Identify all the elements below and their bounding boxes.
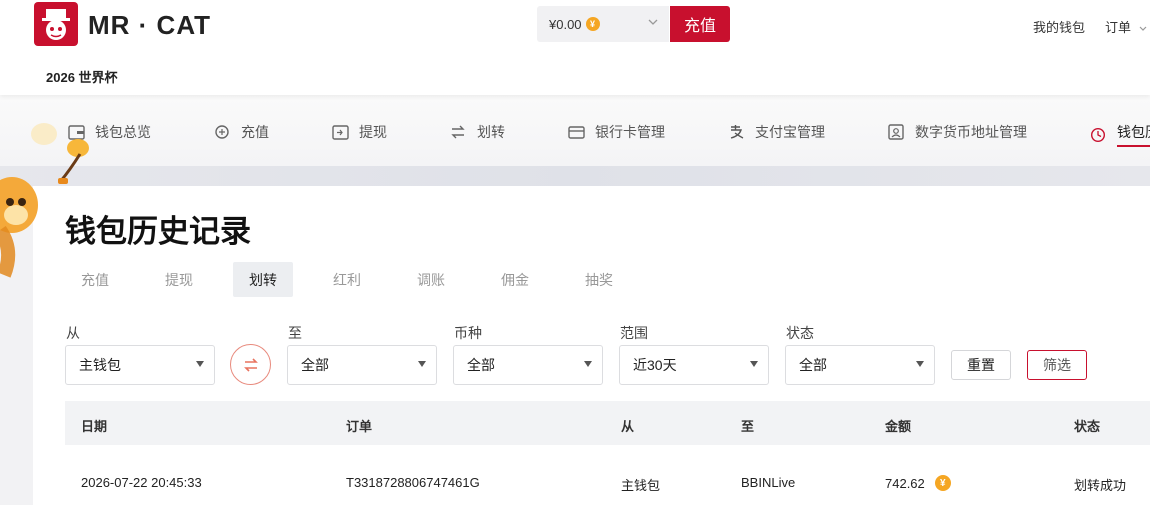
- nav-label: 充值: [241, 124, 269, 140]
- tab-lottery[interactable]: 抽奖: [569, 262, 629, 297]
- bank-card-icon: [567, 123, 585, 141]
- column-header-amount: 金额: [885, 419, 912, 434]
- chevron-down-icon: [1139, 26, 1147, 31]
- column-header-to: 至: [741, 419, 755, 434]
- event-label[interactable]: 2026 世界杯: [46, 67, 118, 86]
- status-select-value: 全部: [799, 357, 827, 373]
- from-select[interactable]: 主钱包: [65, 345, 215, 385]
- nav-label: 银行卡管理: [595, 124, 665, 140]
- chevron-down-icon: [647, 16, 659, 31]
- nav-item-bank-card[interactable]: 银行卡管理: [567, 122, 665, 142]
- caret-down-icon: [916, 361, 924, 367]
- filter-button[interactable]: 筛选: [1027, 350, 1087, 380]
- wallet-nav: 钱包总览 充值 提现 划转 银行卡管理 支付宝管理 数字货币地址管理 钱包: [0, 95, 1150, 166]
- crypto-address-icon: [887, 123, 905, 141]
- decorative-banner: [0, 166, 1150, 186]
- nav-item-wallet-history[interactable]: 钱包历: [1089, 122, 1150, 147]
- cell-date: 2026-07-22 20:45:33: [81, 475, 202, 490]
- swap-direction-button[interactable]: [230, 344, 271, 385]
- status-label: 状态: [786, 325, 814, 341]
- nav-item-crypto-address[interactable]: 数字货币地址管理: [887, 122, 1027, 142]
- tab-commission[interactable]: 佣金: [485, 262, 545, 297]
- table-row[interactable]: 2026-07-22 20:45:33 T3318728806747461G 主…: [65, 445, 1150, 505]
- range-select[interactable]: 近30天: [619, 345, 769, 385]
- transfer-icon: [449, 123, 467, 141]
- tab-withdraw[interactable]: 提现: [149, 262, 209, 297]
- tab-adjustment[interactable]: 调账: [401, 262, 461, 297]
- tab-bonus[interactable]: 红利: [317, 262, 377, 297]
- caret-down-icon: [418, 361, 426, 367]
- nav-item-withdraw[interactable]: 提现: [331, 122, 387, 142]
- nav-item-recharge[interactable]: 充值: [213, 122, 269, 142]
- status-select[interactable]: 全部: [785, 345, 935, 385]
- cell-order: T3318728806747461G: [346, 475, 480, 490]
- column-header-order: 订单: [346, 419, 373, 434]
- orders-menu[interactable]: 订单: [1105, 17, 1148, 36]
- column-header-status: 状态: [1074, 419, 1101, 434]
- my-wallet-link[interactable]: 我的钱包: [1033, 17, 1085, 36]
- from-label: 从: [66, 325, 80, 341]
- nav-item-transfer[interactable]: 划转: [449, 122, 505, 142]
- currency-select-value: 全部: [467, 357, 495, 373]
- nav-item-alipay[interactable]: 支付宝管理: [727, 122, 825, 142]
- cell-status: 划转成功: [1074, 478, 1127, 493]
- cell-amount-value: 742.62: [885, 475, 925, 491]
- coin-icon: ¥: [585, 17, 600, 31]
- range-select-value: 近30天: [633, 357, 677, 373]
- cell-to: BBINLive: [741, 475, 796, 490]
- currency-select[interactable]: 全部: [453, 345, 603, 385]
- coin-icon: ¥: [934, 475, 951, 491]
- tab-transfer[interactable]: 划转: [233, 262, 293, 297]
- caret-down-icon: [584, 361, 592, 367]
- range-label: 范围: [620, 325, 648, 341]
- nav-label: 数字货币地址管理: [915, 124, 1027, 140]
- withdraw-icon: [331, 123, 349, 141]
- recharge-icon: [213, 123, 231, 141]
- nav-label: 钱包总览: [95, 124, 151, 140]
- brand-name: MR · CAT: [88, 10, 212, 40]
- currency-label: 币种: [454, 325, 482, 341]
- balance-amount: ¥0.00: [549, 16, 582, 32]
- record-type-tabs: 充值 提现 划转 红利 调账 佣金 抽奖: [65, 262, 653, 297]
- nav-label: 提现: [359, 124, 387, 140]
- table-header: 日期 订单 从 至 金额 状态: [65, 401, 1150, 445]
- caret-down-icon: [750, 361, 758, 367]
- brand-logo[interactable]: [34, 2, 78, 46]
- swap-icon: [243, 357, 258, 372]
- top-header: MR · CAT 2026 世界杯 ¥0.00 ¥ 充值 我的钱包 订单: [0, 0, 1150, 95]
- mascot-illustration: [0, 120, 100, 290]
- wallet-history-card: 钱包历史记录 充值 提现 划转 红利 调账 佣金 抽奖 从 主钱包 至 全部 币…: [33, 186, 1150, 505]
- balance-display[interactable]: ¥0.00 ¥: [537, 6, 669, 42]
- recharge-button[interactable]: 充值: [670, 6, 730, 42]
- from-select-value: 主钱包: [79, 357, 121, 373]
- to-select[interactable]: 全部: [287, 345, 437, 385]
- cell-amount: 742.62 ¥: [885, 475, 951, 491]
- cell-from: 主钱包: [621, 478, 661, 493]
- reset-button[interactable]: 重置: [951, 350, 1011, 380]
- clock-icon: [1089, 126, 1107, 144]
- column-header-from: 从: [621, 419, 635, 434]
- to-label: 至: [288, 325, 302, 341]
- nav-label: 钱包历: [1117, 122, 1150, 147]
- alipay-icon: [727, 123, 745, 141]
- column-header-date: 日期: [81, 419, 108, 434]
- orders-link-label: 订单: [1105, 20, 1132, 35]
- caret-down-icon: [196, 361, 204, 367]
- nav-label: 支付宝管理: [755, 124, 825, 140]
- to-select-value: 全部: [301, 357, 329, 373]
- nav-label: 划转: [477, 124, 505, 140]
